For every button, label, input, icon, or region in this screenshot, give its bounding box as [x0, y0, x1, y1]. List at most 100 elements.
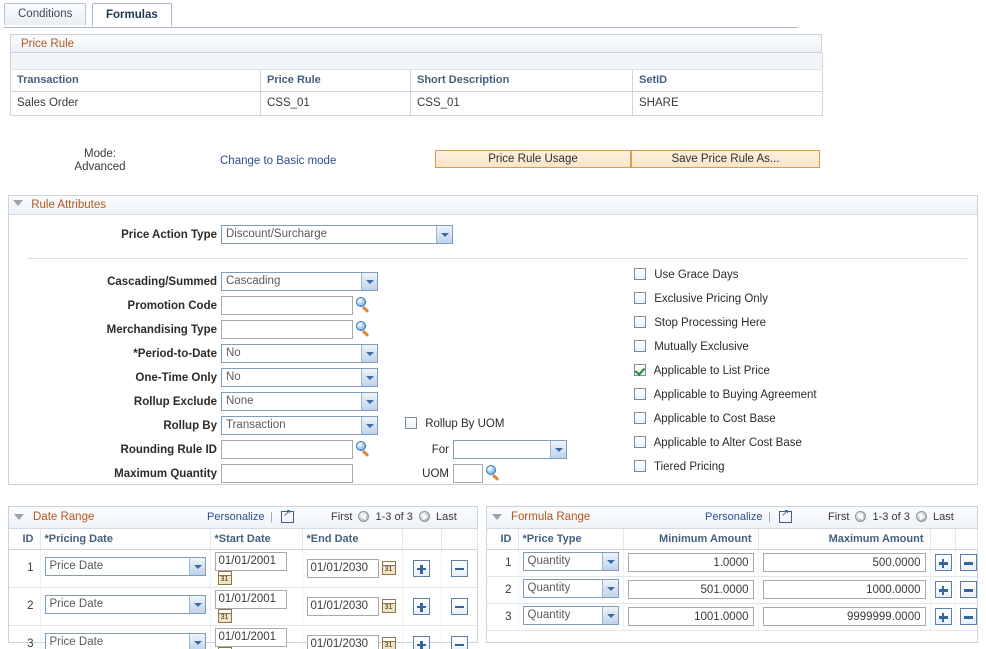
collapse-triangle-icon[interactable]: [492, 514, 502, 520]
pricing-date-select[interactable]: Price Date: [44, 557, 206, 576]
delete-row-button[interactable]: [450, 635, 468, 649]
price-action-type-select[interactable]: Discount/Surcharge: [221, 225, 453, 244]
delete-row-button[interactable]: [959, 608, 977, 625]
expand-popup-icon[interactable]: [779, 508, 792, 523]
maximum-amount-input[interactable]: [762, 553, 926, 572]
chevron-down-icon[interactable]: [601, 606, 618, 624]
applicable-to-list-price-checkbox[interactable]: [634, 364, 646, 376]
chevron-down-icon[interactable]: [550, 441, 566, 458]
nav-first-link[interactable]: First: [828, 511, 849, 523]
delete-row-button[interactable]: [959, 581, 977, 598]
expand-popup-icon[interactable]: [281, 508, 294, 523]
applicable-to-cost-base-checkbox[interactable]: [634, 412, 646, 424]
chevron-down-icon[interactable]: [188, 558, 205, 575]
add-row-button[interactable]: [934, 608, 952, 625]
applicable-to-buying-agreement-checkbox[interactable]: [634, 388, 646, 400]
collapse-triangle-icon[interactable]: [13, 200, 23, 206]
maximum-quantity-input[interactable]: [221, 464, 353, 483]
checkbox-applicable-to-buying-agreement[interactable]: Applicable to Buying Agreement: [634, 388, 817, 401]
chevron-down-icon[interactable]: [436, 226, 452, 243]
start-date-input[interactable]: [214, 551, 287, 571]
tab-conditions[interactable]: Conditions: [4, 3, 87, 25]
merchandising-type-input[interactable]: [221, 320, 353, 339]
chevron-down-icon[interactable]: [601, 552, 618, 570]
rounding-rule-id-input[interactable]: [221, 440, 353, 459]
change-to-basic-mode-link[interactable]: Change to Basic mode: [220, 155, 336, 167]
tab-formulas[interactable]: Formulas: [92, 3, 172, 26]
mutually-exclusive-checkbox[interactable]: [634, 340, 646, 352]
cascading-summed-select[interactable]: Cascading: [221, 272, 378, 291]
add-row-button[interactable]: [934, 554, 952, 571]
start-date-input[interactable]: [214, 627, 287, 647]
tiered-pricing-checkbox[interactable]: [634, 460, 646, 472]
end-date-input[interactable]: [306, 558, 379, 578]
end-date-input[interactable]: [306, 596, 379, 616]
chevron-down-icon[interactable]: [361, 417, 377, 434]
pricing-date-select[interactable]: Price Date: [44, 595, 206, 614]
calendar-icon[interactable]: [217, 570, 232, 585]
end-date-input[interactable]: [306, 634, 379, 649]
checkbox-applicable-to-list-price[interactable]: Applicable to List Price: [634, 364, 770, 377]
delete-row-button[interactable]: [959, 554, 977, 571]
merchandising-type-lookup-icon[interactable]: [356, 321, 371, 337]
exclusive-pricing-only-checkbox[interactable]: [634, 292, 646, 304]
applicable-to-alter-cost-base-checkbox[interactable]: [634, 436, 646, 448]
chevron-down-icon[interactable]: [188, 634, 205, 649]
promotion-code-input[interactable]: [221, 296, 353, 315]
for-select[interactable]: [453, 440, 567, 459]
previous-page-icon[interactable]: [855, 511, 867, 522]
pricing-date-select[interactable]: Price Date: [44, 633, 206, 649]
rollup-by-uom-row[interactable]: Rollup By UOM: [405, 417, 504, 430]
rule-attributes-header[interactable]: Rule Attributes: [9, 196, 977, 215]
chevron-down-icon[interactable]: [361, 273, 377, 290]
nav-first-link[interactable]: First: [331, 511, 352, 523]
minimum-amount-input[interactable]: [627, 607, 754, 626]
checkbox-tiered-pricing[interactable]: Tiered Pricing: [634, 460, 725, 473]
rollup-exclude-select[interactable]: None: [221, 392, 378, 411]
save-price-rule-as-button[interactable]: Save Price Rule As...: [631, 150, 820, 168]
chevron-down-icon[interactable]: [188, 596, 205, 613]
rollup-by-uom-checkbox[interactable]: [405, 417, 417, 429]
previous-page-icon[interactable]: [358, 511, 370, 522]
date-range-personalize-link[interactable]: Personalize: [207, 507, 264, 528]
checkbox-exclusive-pricing-only[interactable]: Exclusive Pricing Only: [634, 292, 768, 305]
checkbox-stop-processing-here[interactable]: Stop Processing Here: [634, 316, 766, 329]
delete-row-button[interactable]: [450, 597, 468, 615]
maximum-amount-input[interactable]: [762, 580, 926, 599]
minimum-amount-input[interactable]: [627, 553, 754, 572]
start-date-input[interactable]: [214, 589, 287, 609]
one-time-only-select[interactable]: No: [221, 368, 378, 387]
minimum-amount-input[interactable]: [627, 580, 754, 599]
use-grace-days-checkbox[interactable]: [634, 268, 646, 280]
price-rule-usage-button[interactable]: Price Rule Usage: [435, 150, 631, 168]
chevron-down-icon[interactable]: [361, 393, 377, 410]
checkbox-applicable-to-alter-cost-base[interactable]: Applicable to Alter Cost Base: [634, 436, 802, 449]
calendar-icon[interactable]: [381, 637, 396, 649]
price-type-select[interactable]: Quantity: [522, 578, 619, 598]
next-page-icon[interactable]: [915, 511, 927, 522]
checkbox-applicable-to-cost-base[interactable]: Applicable to Cost Base: [634, 412, 776, 425]
price-type-select[interactable]: Quantity: [522, 551, 619, 571]
stop-processing-here-checkbox[interactable]: [634, 316, 646, 328]
nav-last-link[interactable]: Last: [436, 511, 457, 523]
rollup-by-select[interactable]: Transaction: [221, 416, 378, 435]
calendar-icon[interactable]: [217, 608, 232, 623]
promotion-code-lookup-icon[interactable]: [356, 297, 371, 313]
add-row-button[interactable]: [413, 559, 430, 577]
price-type-select[interactable]: Quantity: [522, 605, 619, 625]
chevron-down-icon[interactable]: [361, 369, 377, 386]
period-to-date-select[interactable]: No: [221, 344, 378, 363]
maximum-amount-input[interactable]: [762, 607, 926, 626]
uom-lookup-icon[interactable]: [486, 465, 501, 481]
rounding-rule-id-lookup-icon[interactable]: [356, 441, 371, 457]
chevron-down-icon[interactable]: [361, 345, 377, 362]
calendar-icon[interactable]: [381, 599, 396, 613]
add-row-button[interactable]: [413, 635, 430, 649]
add-row-button[interactable]: [934, 581, 952, 598]
formula-range-personalize-link[interactable]: Personalize: [705, 507, 762, 528]
delete-row-button[interactable]: [450, 559, 468, 577]
next-page-icon[interactable]: [418, 511, 430, 522]
calendar-icon[interactable]: [381, 561, 396, 575]
add-row-button[interactable]: [413, 597, 430, 615]
chevron-down-icon[interactable]: [601, 579, 618, 597]
